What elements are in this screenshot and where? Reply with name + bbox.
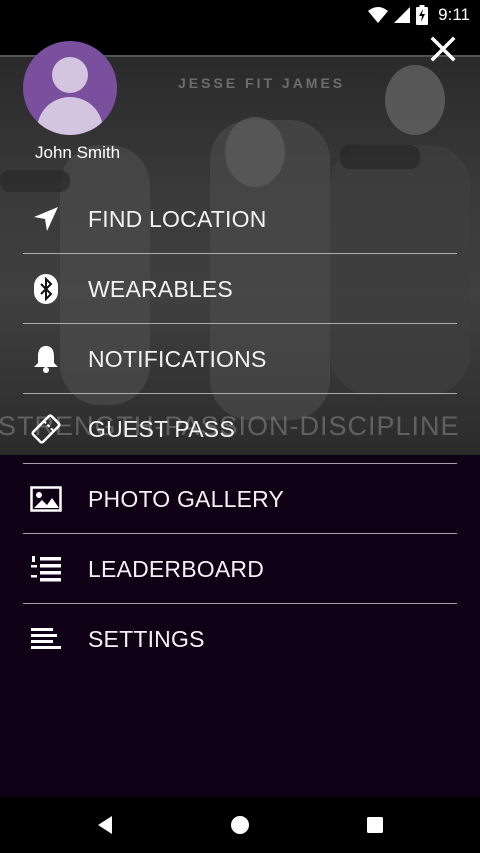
menu-item-label: GUEST PASS [88,415,235,442]
user-name: John Smith [35,143,121,162]
signal-icon [394,7,411,23]
hero-figure-right-head [385,65,445,135]
menu-item-label: PHOTO GALLERY [88,485,285,512]
menu-item-label: FIND LOCATION [88,205,267,232]
person-icon [52,57,88,93]
back-icon[interactable] [90,810,120,840]
menu-lines-icon [23,619,69,659]
menu-item-settings[interactable]: SETTINGS [23,604,457,674]
person-icon-body [37,97,103,135]
wifi-icon [368,7,389,23]
menu-item-label: SETTINGS [88,625,205,652]
avatar[interactable] [23,41,117,135]
bluetooth-icon [23,269,69,309]
image-icon [23,479,69,519]
status-bar: 9:11 [0,0,480,30]
menu-item-wearables[interactable]: WEARABLES [23,254,457,324]
bell-icon [23,339,69,379]
menu-item-label: WEARABLES [88,275,233,302]
close-icon [430,36,456,62]
hero-dumbbell [340,145,420,169]
menu-item-guest-pass[interactable]: GUEST PASS [23,394,457,464]
status-time: 9:11 [438,5,470,24]
ticket-icon [23,409,69,449]
menu-item-find-location[interactable]: FIND LOCATION [23,184,457,254]
close-button[interactable] [426,32,460,66]
status-icons: 9:11 [368,5,470,25]
location-arrow-icon [23,199,69,239]
menu-item-photo-gallery[interactable]: PHOTO GALLERY [23,464,457,534]
menu-item-label: LEADERBOARD [88,555,265,582]
menu-item-leaderboard[interactable]: LEADERBOARD [23,534,457,604]
numbered-list-icon [23,549,69,589]
brand-watermark: JESSE FIT JAMES [178,75,346,91]
menu-item-notifications[interactable]: NOTIFICATIONS [23,324,457,394]
hero-figure-head [225,117,285,187]
menu-item-label: NOTIFICATIONS [88,345,267,372]
battery-charging-icon [416,5,429,25]
recents-icon[interactable] [360,810,390,840]
home-icon[interactable] [225,810,255,840]
system-nav-bar [0,797,480,853]
